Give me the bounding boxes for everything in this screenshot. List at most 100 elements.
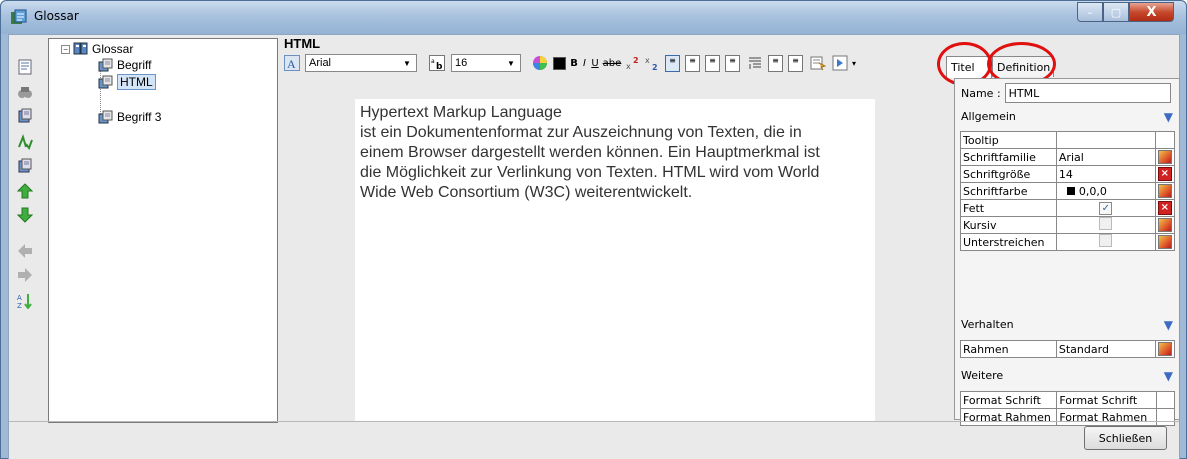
align-left-icon[interactable]: ≡ <box>664 53 681 73</box>
svg-text:2: 2 <box>633 56 639 65</box>
reset-icon[interactable] <box>1157 218 1172 232</box>
definition-text[interactable]: Hypertext Markup Language ist ein Dokume… <box>360 103 875 203</box>
toolbar-overflow-icon[interactable]: ▾ <box>849 53 859 73</box>
svg-text:Z: Z <box>17 302 22 309</box>
app-window: Glossar – ▢ X A Z − Glossar Begriff HTML… <box>0 0 1187 459</box>
align-justify-icon[interactable]: ≡ <box>724 53 741 73</box>
glossary-tree[interactable]: − Glossar Begriff HTML Begriff 3 <box>48 38 278 423</box>
clear-icon[interactable]: × <box>1157 201 1172 215</box>
prop-value[interactable] <box>1055 131 1156 149</box>
properties-panel: Name : HTML Allgemein ▼ Tooltip Schriftf… <box>954 78 1180 426</box>
italic-button[interactable]: I <box>580 53 589 73</box>
table-row: Unterstreichen <box>960 233 1176 251</box>
maximize-button[interactable]: ▢ <box>1103 2 1129 22</box>
section-allgemein[interactable]: Allgemein ▼ <box>961 110 1173 124</box>
reset-icon[interactable] <box>1157 184 1172 198</box>
title-bar[interactable]: Glossar – ▢ X <box>1 1 1186 34</box>
paragraph-icon[interactable] <box>746 53 763 73</box>
reset-icon[interactable] <box>1157 150 1172 164</box>
section-weitere[interactable]: Weitere ▼ <box>961 369 1173 383</box>
tree-item-selected[interactable]: HTML <box>98 74 156 90</box>
numbered-list-icon[interactable]: ≡ <box>787 53 804 73</box>
section-allgemein-label: Allgemein <box>961 110 1016 123</box>
prop-label: Rahmen <box>960 340 1057 358</box>
binoculars-icon[interactable] <box>15 82 35 102</box>
clear-icon[interactable]: × <box>1157 167 1172 181</box>
arrow-up-icon[interactable] <box>15 181 35 201</box>
table-row: Tooltip <box>960 131 1176 149</box>
underline-button[interactable]: U <box>590 53 600 73</box>
prop-value[interactable]: Format Rahmen <box>1056 408 1157 426</box>
collapse-section-icon[interactable]: ▼ <box>1164 369 1173 383</box>
table-row: Schriftfarbe 0,0,0 <box>960 182 1176 200</box>
svg-text:x: x <box>645 56 650 65</box>
insert-field-icon[interactable] <box>831 53 849 73</box>
window-controls: – ▢ X <box>1077 2 1174 23</box>
table-row: Format Rahmen Format Rahmen <box>959 408 1176 426</box>
prop-action <box>1155 408 1176 426</box>
prop-value[interactable]: Format Schrift <box>1056 391 1157 409</box>
text-color-swatch[interactable] <box>551 53 567 73</box>
arrow-right-icon[interactable] <box>15 265 35 285</box>
svg-text:A: A <box>287 57 296 71</box>
bullet-list-icon[interactable]: ≡ <box>767 53 784 73</box>
svg-text:2: 2 <box>652 63 658 71</box>
insert-link-icon[interactable] <box>809 53 827 73</box>
section-verhalten-label: Verhalten <box>961 318 1014 331</box>
tree-item[interactable]: Begriff 3 <box>98 109 161 125</box>
prop-value[interactable]: Arial <box>1055 148 1156 166</box>
table-row: Format Schrift Format Schrift <box>959 391 1176 409</box>
subscript-icon[interactable]: x2 <box>643 53 661 73</box>
arrow-down-icon[interactable] <box>15 205 35 225</box>
table-row: Kursiv <box>960 216 1176 234</box>
svg-text:a: a <box>431 58 435 65</box>
reset-icon[interactable] <box>1157 342 1172 356</box>
color-wheel-icon[interactable] <box>531 53 549 73</box>
table-row: Fett ✓ × <box>960 199 1176 217</box>
checkbox[interactable] <box>1099 217 1113 230</box>
chevron-down-icon: ▼ <box>507 58 515 68</box>
name-field[interactable]: HTML <box>1004 83 1171 103</box>
copy-entry-icon[interactable] <box>15 156 35 176</box>
tree-item[interactable]: Begriff <box>98 57 151 73</box>
prop-label: Schriftfarbe <box>960 182 1057 200</box>
font-size-value: 16 <box>455 57 468 69</box>
collapse-section-icon[interactable]: ▼ <box>1164 318 1173 332</box>
tree-item-label: HTML <box>117 74 156 90</box>
minimize-button[interactable]: – <box>1077 2 1103 22</box>
section-verhalten[interactable]: Verhalten ▼ <box>961 318 1173 332</box>
prop-value[interactable]: 14 <box>1055 165 1156 183</box>
chevron-down-icon: ▼ <box>403 58 411 68</box>
superscript-icon[interactable]: x2 <box>625 53 641 73</box>
bold-button[interactable]: B <box>569 53 579 73</box>
checkbox[interactable] <box>1099 234 1113 247</box>
tree-root[interactable]: − Glossar <box>61 41 133 57</box>
spellcheck-icon[interactable] <box>15 132 35 152</box>
general-properties-table: Tooltip Schriftfamilie Arial Schriftgröß… <box>960 131 1176 251</box>
text-line: einem Browser dargestellt werden können.… <box>360 144 820 161</box>
collapse-section-icon[interactable]: ▼ <box>1164 110 1173 124</box>
collapse-icon[interactable]: − <box>61 44 70 54</box>
close-button[interactable]: Schließen <box>1084 426 1167 450</box>
prop-value[interactable]: Standard <box>1055 340 1156 358</box>
prop-label: Schriftgröße <box>960 165 1057 183</box>
prop-action <box>1154 233 1176 251</box>
font-size-select[interactable]: 16 ▼ <box>451 54 521 72</box>
prop-value[interactable]: 0,0,0 <box>1055 182 1156 200</box>
sort-az-icon[interactable]: AZ <box>15 291 35 311</box>
align-right-icon[interactable]: ≡ <box>704 53 721 73</box>
checkbox-checked[interactable]: ✓ <box>1099 202 1113 215</box>
arrow-left-icon[interactable] <box>15 241 35 261</box>
new-entry-icon[interactable] <box>15 106 35 126</box>
prop-action <box>1154 131 1176 149</box>
font-family-select[interactable]: Arial ▼ <box>305 54 417 72</box>
close-icon: X <box>1146 4 1157 20</box>
close-window-button[interactable]: X <box>1129 2 1174 22</box>
reset-icon[interactable] <box>1157 235 1172 249</box>
left-toolbar: AZ <box>9 35 41 425</box>
name-label: Name : <box>961 86 1001 100</box>
strikethrough-button[interactable]: abe <box>601 53 623 73</box>
align-center-icon[interactable]: ≡ <box>684 53 701 73</box>
properties-icon[interactable] <box>15 57 35 77</box>
format-toolbar: A Arial ▼ ab 16 ▼ B I U abe x 2 x 2 ≡ ≡ … <box>283 52 951 74</box>
